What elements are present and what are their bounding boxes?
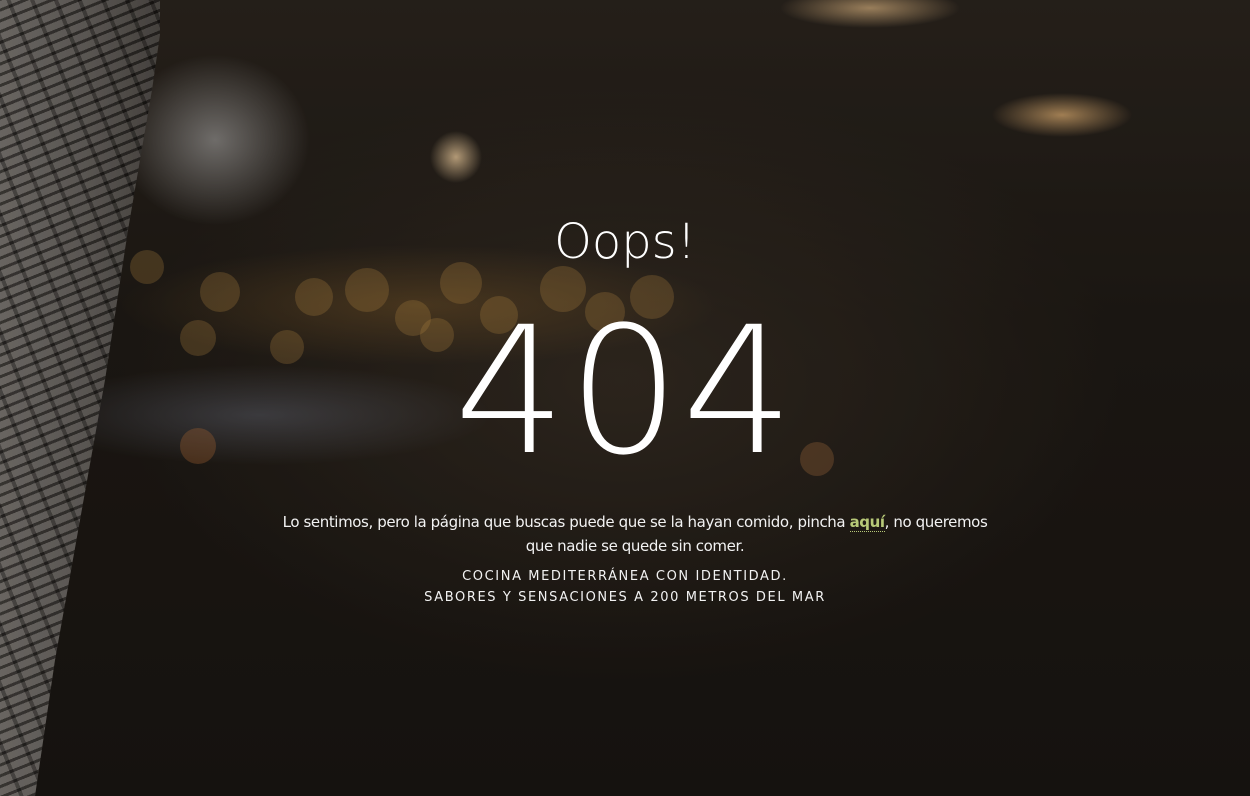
error-title: Oops! xyxy=(554,214,696,270)
tagline-line-1: COCINA MEDITERRÁNEA CON IDENTIDAD. xyxy=(462,569,788,584)
error-code: 404 xyxy=(454,289,796,494)
tagline-line-2: SABORES Y SENSACIONES A 200 METROS DEL M… xyxy=(424,590,826,605)
restaurant-tagline: COCINA MEDITERRÁNEA CON IDENTIDAD. SABOR… xyxy=(0,566,1250,608)
error-message: Lo sentimos, pero la página que buscas p… xyxy=(280,510,990,558)
error-page-content: Oops! 404 Lo sentimos, pero la página qu… xyxy=(0,0,1250,796)
message-text-before: Lo sentimos, pero la página que buscas p… xyxy=(282,513,850,531)
home-link[interactable]: aquí xyxy=(849,513,885,532)
